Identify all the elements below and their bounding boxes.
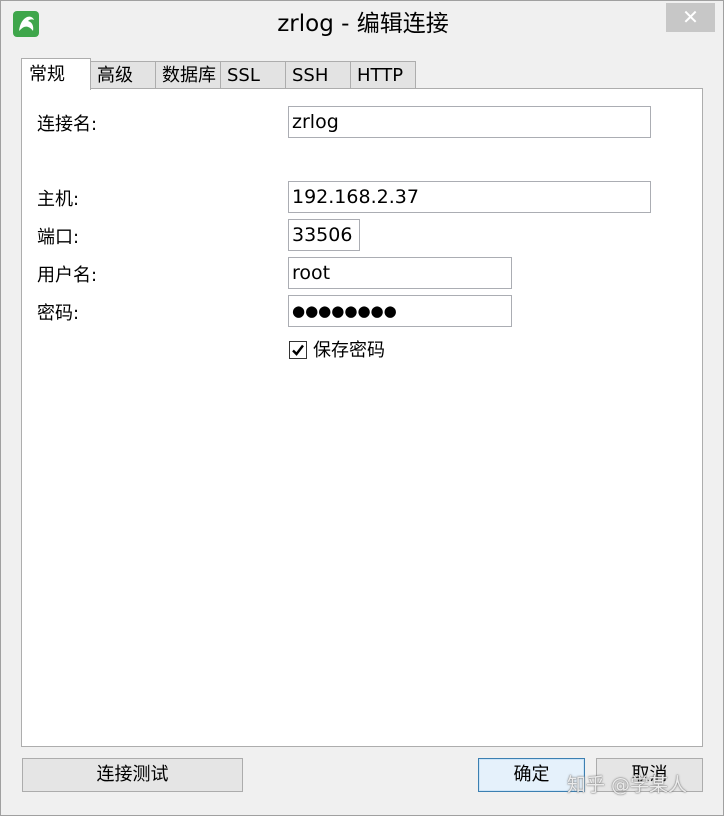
save-password-label: 保存密码 [313,340,385,361]
host-label: 主机: [37,189,80,210]
tab-general[interactable]: 常规 [21,58,91,90]
tab-advanced[interactable]: 高级 [90,61,156,89]
save-password-checkbox[interactable] [289,341,307,359]
password-input[interactable]: ●●●●●●●● [288,295,512,327]
port-input[interactable]: 33506 [288,219,360,251]
host-input[interactable]: 192.168.2.37 [288,181,651,213]
zhihu-watermark: 知乎 @学某人 [567,774,688,796]
password-label: 密码: [37,303,80,324]
close-button[interactable]: ✕ [666,3,715,32]
test-connection-button[interactable]: 连接测试 [22,758,243,792]
connection-name-input[interactable]: zrlog [288,106,651,138]
tab-database[interactable]: 数据库 [155,61,221,89]
tab-ssh[interactable]: SSH [285,61,351,89]
title-bar: zrlog - 编辑连接 ✕ [1,1,723,49]
tab-ssl[interactable]: SSL [220,61,286,89]
checkmark-icon [292,344,304,356]
general-tab-panel: 连接名: zrlog 主机: 192.168.2.37 端口: 33506 用户… [21,88,703,747]
username-label: 用户名: [37,265,98,286]
tab-bar: 常规 高级 数据库 SSL SSH HTTP [21,58,441,90]
window-title: zrlog - 编辑连接 [277,11,449,37]
port-label: 端口: [37,227,80,248]
username-input[interactable]: root [288,257,512,289]
connection-name-label: 连接名: [37,114,98,135]
dialog-window: zrlog - 编辑连接 ✕ 常规 高级 数据库 SSL SSH HTTP 连接… [0,0,724,816]
tab-http[interactable]: HTTP [350,61,416,89]
close-icon: ✕ [682,5,699,29]
